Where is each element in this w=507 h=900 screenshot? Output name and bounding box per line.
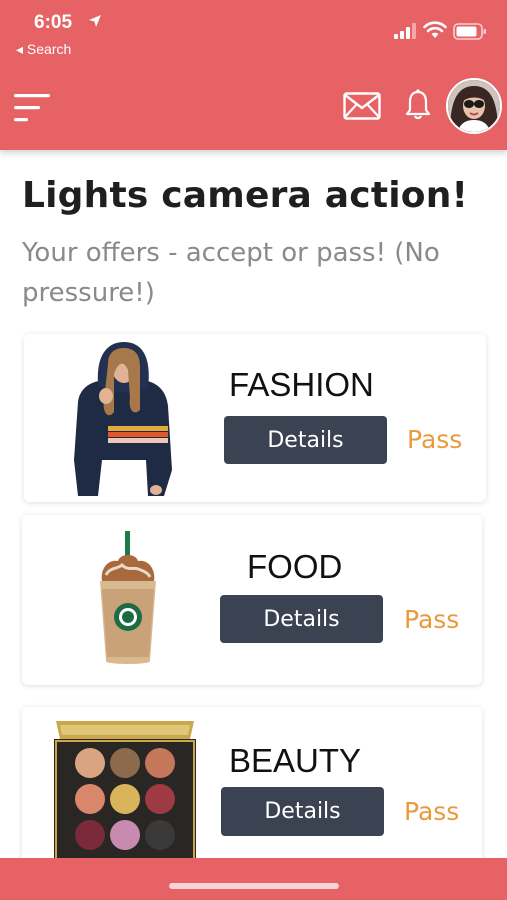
bell-icon[interactable] [404,89,432,121]
details-button[interactable]: Details [224,416,387,464]
signal-icon [394,23,416,39]
app-header: 6:05 ◂ Search [0,0,507,150]
mail-icon[interactable] [343,92,381,120]
menu-icon[interactable] [14,94,52,122]
avatar[interactable] [446,78,502,134]
offer-category: FOOD [247,548,343,585]
beauty-image [54,721,196,859]
page-title: Lights camera action! [22,175,469,216]
details-button[interactable]: Details [220,595,383,643]
location-arrow-icon [89,15,101,27]
pass-button[interactable]: Pass [404,605,459,634]
offer-card-food: FOOD Details Pass [22,515,482,685]
fashion-image [74,342,172,496]
offer-card-beauty: BEAUTY Details Pass [22,707,482,872]
bottom-bar [0,858,507,900]
home-indicator[interactable] [169,883,339,889]
pass-button[interactable]: Pass [407,425,462,454]
battery-icon [453,23,486,40]
page-subtitle: Your offers - accept or pass! (No pressu… [22,238,440,308]
wifi-icon [423,21,447,38]
offer-category: FASHION [229,366,374,403]
food-image [100,531,156,664]
offer-category: BEAUTY [229,742,362,779]
pass-button[interactable]: Pass [404,797,459,826]
details-button[interactable]: Details [221,787,384,836]
back-to-search-link[interactable]: ◂ Search [16,41,71,58]
status-time: 6:05 [34,12,73,33]
offer-card-fashion: FASHION Details Pass [24,334,486,502]
